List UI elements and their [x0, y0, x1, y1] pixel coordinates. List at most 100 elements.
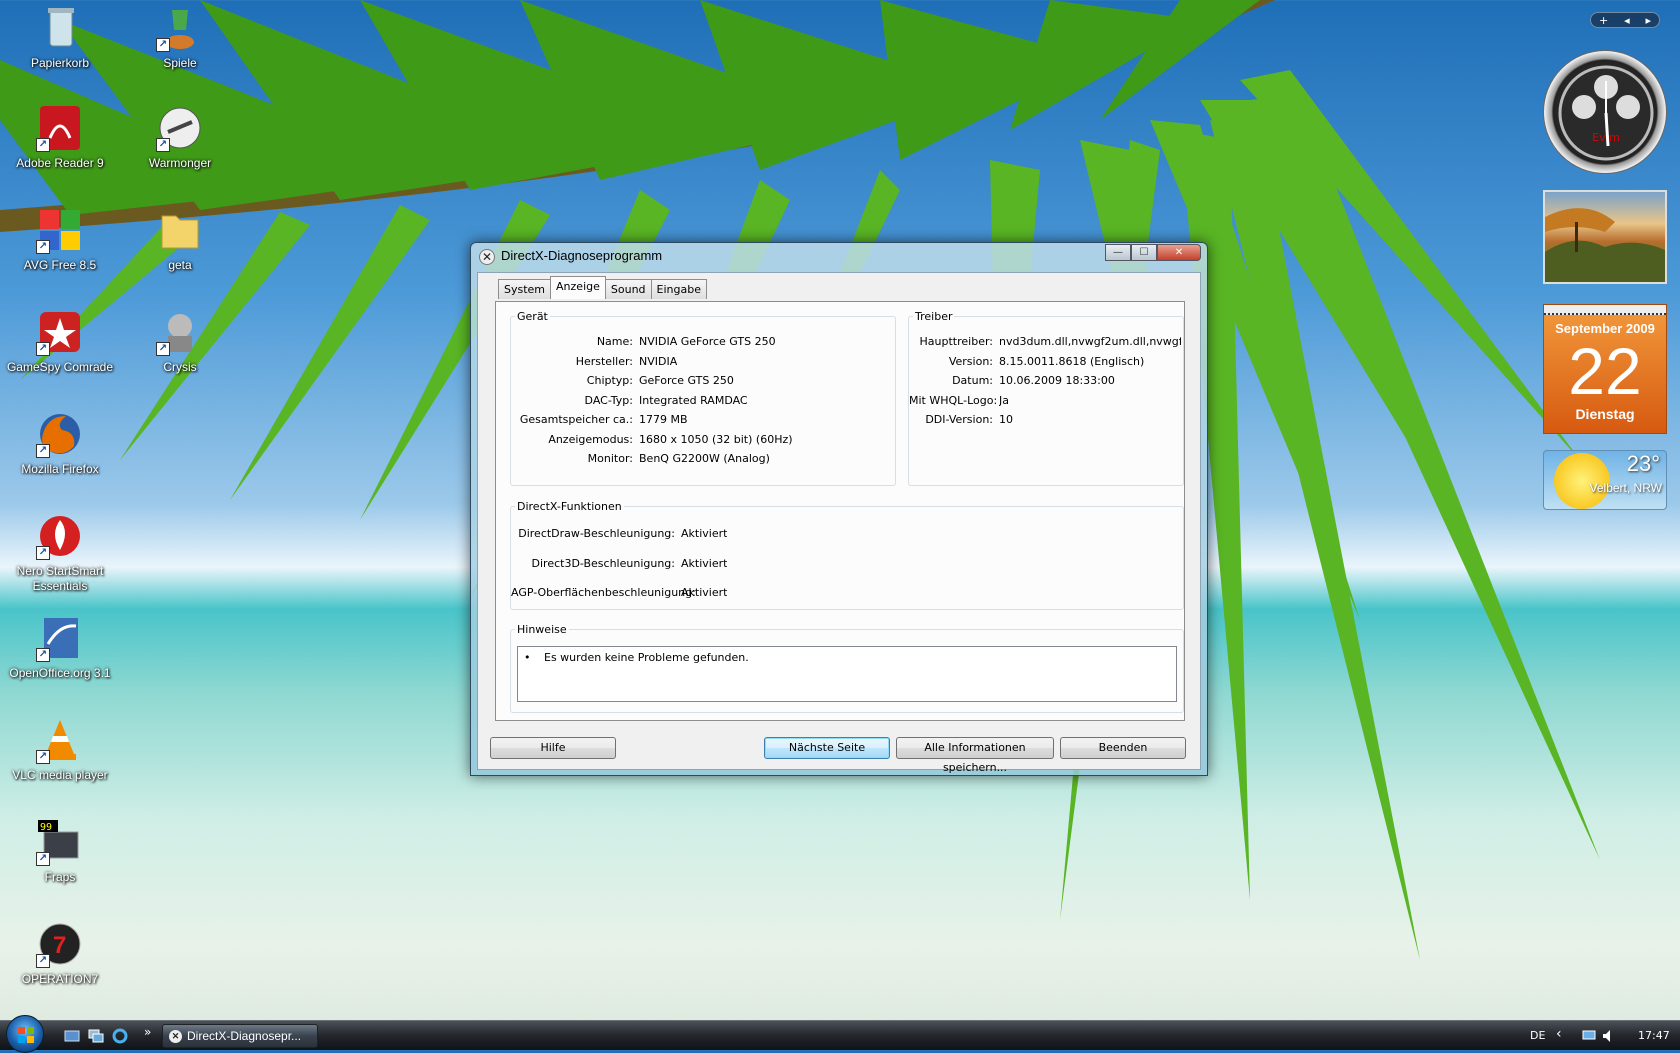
clock-gadget[interactable]: Ev m — [1543, 50, 1667, 174]
field-label: Hersteller: — [575, 355, 633, 368]
driver-date-row: Datum: 10.06.2009 18:33:00 — [909, 374, 1115, 387]
minimize-button[interactable]: — — [1105, 244, 1131, 261]
internet-explorer-icon[interactable] — [112, 1028, 128, 1044]
device-group-legend: Gerät — [517, 310, 548, 323]
show-hidden-icons-button[interactable]: ‹ — [1556, 1026, 1562, 1042]
help-button[interactable]: Hilfe — [490, 737, 616, 759]
desktop-icon-vlc[interactable]: ↗ VLC media player — [0, 716, 120, 783]
field-label: Mit WHQL-Logo: — [909, 394, 998, 407]
folder-icon — [156, 206, 204, 254]
shortcut-arrow-icon: ↗ — [36, 546, 50, 560]
desktop-icon-fraps[interactable]: 99 ↗ Fraps — [0, 818, 120, 885]
switch-windows-icon[interactable] — [88, 1028, 104, 1044]
field-value: GeForce GTS 250 — [639, 374, 734, 387]
desktop-icon-adobe-reader[interactable]: ↗ Adobe Reader 9 — [0, 104, 120, 171]
maximize-button[interactable]: ☐ — [1131, 244, 1157, 261]
field-value: 1680 x 1050 (32 bit) (60Hz) — [639, 433, 793, 446]
field-value: NVIDIA — [639, 355, 678, 368]
desktop-icon-label: OPERATION7 — [21, 972, 99, 986]
agp-row: AGP-Oberflächenbeschleunigung: Aktiviert — [511, 586, 727, 599]
desktop-icon-label: Nero StartSmart Essentials — [16, 564, 104, 593]
tab-input[interactable]: Eingabe — [650, 279, 707, 299]
driver-version-row: Version: 8.15.0011.8618 (Englisch) — [909, 355, 1144, 368]
tab-display[interactable]: Anzeige — [550, 276, 606, 299]
desktop-icon-firefox[interactable]: ↗ Mozilla Firefox — [0, 410, 120, 477]
device-mode-row: Anzeigemodus: 1680 x 1050 (32 bit) (60Hz… — [511, 433, 793, 446]
field-value: Integrated RAMDAC — [639, 394, 748, 407]
calendar-gadget[interactable]: September 2009 22 Dienstag — [1543, 304, 1667, 434]
desktop-icon-avg[interactable]: ↗ AVG Free 8.5 — [0, 206, 120, 273]
desktop-icon-label: Crysis — [163, 360, 197, 374]
field-label: Name: — [596, 335, 633, 348]
tab-sound[interactable]: Sound — [604, 279, 652, 299]
notes-textbox[interactable]: • Es wurden keine Probleme gefunden. — [517, 646, 1177, 702]
slideshow-gadget[interactable] — [1543, 190, 1667, 284]
desktop-icon-operation7[interactable]: 7 ↗ OPERATION7 — [0, 920, 120, 987]
quicklaunch-more-button[interactable]: » — [144, 1025, 151, 1039]
tab-strip: System Anzeige Sound Eingabe — [498, 276, 707, 299]
shortcut-arrow-icon: ↗ — [156, 138, 170, 152]
adobe-reader-icon: ↗ — [36, 104, 84, 152]
start-button[interactable] — [6, 1015, 44, 1053]
gamespy-icon: ↗ — [36, 308, 84, 356]
vlc-icon: ↗ — [36, 716, 84, 764]
sidebar-next-button[interactable]: ▸ — [1646, 14, 1652, 27]
notes-group: Hinweise • Es wurden keine Probleme gefu… — [510, 623, 1184, 713]
desktop-icon-label: AVG Free 8.5 — [23, 258, 97, 272]
direct3d-row: Direct3D-Beschleunigung: Aktiviert — [511, 557, 728, 570]
sidebar-add-button[interactable]: + — [1599, 14, 1608, 27]
shortcut-arrow-icon: ↗ — [36, 342, 50, 356]
save-all-information-button[interactable]: Alle Informationen speichern... — [896, 737, 1054, 774]
desktop-icon-crysis[interactable]: ↗ Crysis — [120, 308, 240, 375]
weather-gadget[interactable]: 23° Velbert, NRW — [1543, 450, 1667, 510]
window-client-area: System Anzeige Sound Eingabe Gerät Name:… — [477, 272, 1201, 774]
tab-system[interactable]: System — [498, 279, 552, 299]
field-value: 10.06.2009 18:33:00 — [999, 374, 1115, 387]
show-desktop-icon[interactable] — [64, 1028, 80, 1044]
sidebar-prev-button[interactable]: ◂ — [1624, 14, 1630, 27]
fraps-icon: 99 ↗ — [36, 818, 84, 866]
exit-button[interactable]: Beenden — [1060, 737, 1186, 759]
directx-diagnostic-window: ✕ DirectX-Diagnoseprogramm — ☐ ✕ System … — [470, 242, 1208, 776]
desktop-icon-games[interactable]: ↗ Spiele — [120, 4, 240, 71]
field-value: 1779 MB — [639, 413, 688, 426]
svg-text:99: 99 — [40, 822, 52, 833]
field-value: NVIDIA GeForce GTS 250 — [639, 335, 776, 348]
desktop-icon-openoffice[interactable]: ↗ OpenOffice.org 3.1 — [0, 614, 120, 681]
volume-icon[interactable] — [1602, 1029, 1616, 1043]
shortcut-arrow-icon: ↗ — [36, 954, 50, 968]
desktop-icon-warmonger[interactable]: ↗ Warmonger — [120, 104, 240, 171]
field-value: nvd3dum.dll,nvwgf2um.dll,nvwgf2um — [999, 335, 1181, 348]
svg-text:7: 7 — [53, 932, 66, 959]
device-chip-row: Chiptyp: GeForce GTS 250 — [511, 374, 734, 387]
desktop-icon-label: Warmonger — [148, 156, 212, 170]
desktop-icon-nero[interactable]: ↗ Nero StartSmart Essentials — [0, 512, 120, 594]
features-group-legend: DirectX-Funktionen — [517, 500, 622, 513]
clock-face-icon — [1558, 65, 1654, 161]
desktop-icon-recycle-bin[interactable]: Papierkorb — [0, 4, 120, 71]
desktop-icon-label: geta — [168, 258, 192, 272]
next-page-button[interactable]: Nächste Seite — [764, 737, 890, 759]
desktop-icon-gamespy[interactable]: ↗ GameSpy Comrade — [0, 308, 120, 375]
device-name-row: Name: NVIDIA GeForce GTS 250 — [511, 335, 776, 348]
field-label: Haupttreiber: — [919, 335, 993, 348]
taskbar-item-directx[interactable]: ✕ DirectX-Diagnosepr... — [162, 1024, 318, 1048]
shortcut-arrow-icon: ↗ — [36, 750, 50, 764]
directx-features-group: DirectX-Funktionen DirectDraw-Beschleuni… — [510, 500, 1184, 610]
field-label: Direct3D-Beschleunigung: — [531, 557, 675, 570]
directx-icon: ✕ — [169, 1030, 182, 1043]
language-indicator[interactable]: DE — [1530, 1029, 1545, 1042]
shortcut-arrow-icon: ↗ — [156, 342, 170, 356]
firefox-icon: ↗ — [36, 410, 84, 458]
shortcut-arrow-icon: ↗ — [156, 38, 170, 52]
window-titlebar[interactable]: ✕ DirectX-Diagnoseprogramm — ☐ ✕ — [471, 243, 1207, 269]
device-group: Gerät Name: NVIDIA GeForce GTS 250 Herst… — [510, 310, 896, 486]
close-button[interactable]: ✕ — [1157, 244, 1201, 261]
shortcut-arrow-icon: ↗ — [36, 852, 50, 866]
desktop-icon-label: OpenOffice.org 3.1 — [9, 666, 111, 680]
clock-time[interactable]: 17:47 — [1638, 1029, 1670, 1042]
desktop-icon-geta[interactable]: geta — [120, 206, 240, 273]
network-icon[interactable] — [1582, 1029, 1596, 1043]
games-icon: ↗ — [156, 4, 204, 52]
driver-whql-row: Mit WHQL-Logo: Ja — [909, 394, 1009, 407]
